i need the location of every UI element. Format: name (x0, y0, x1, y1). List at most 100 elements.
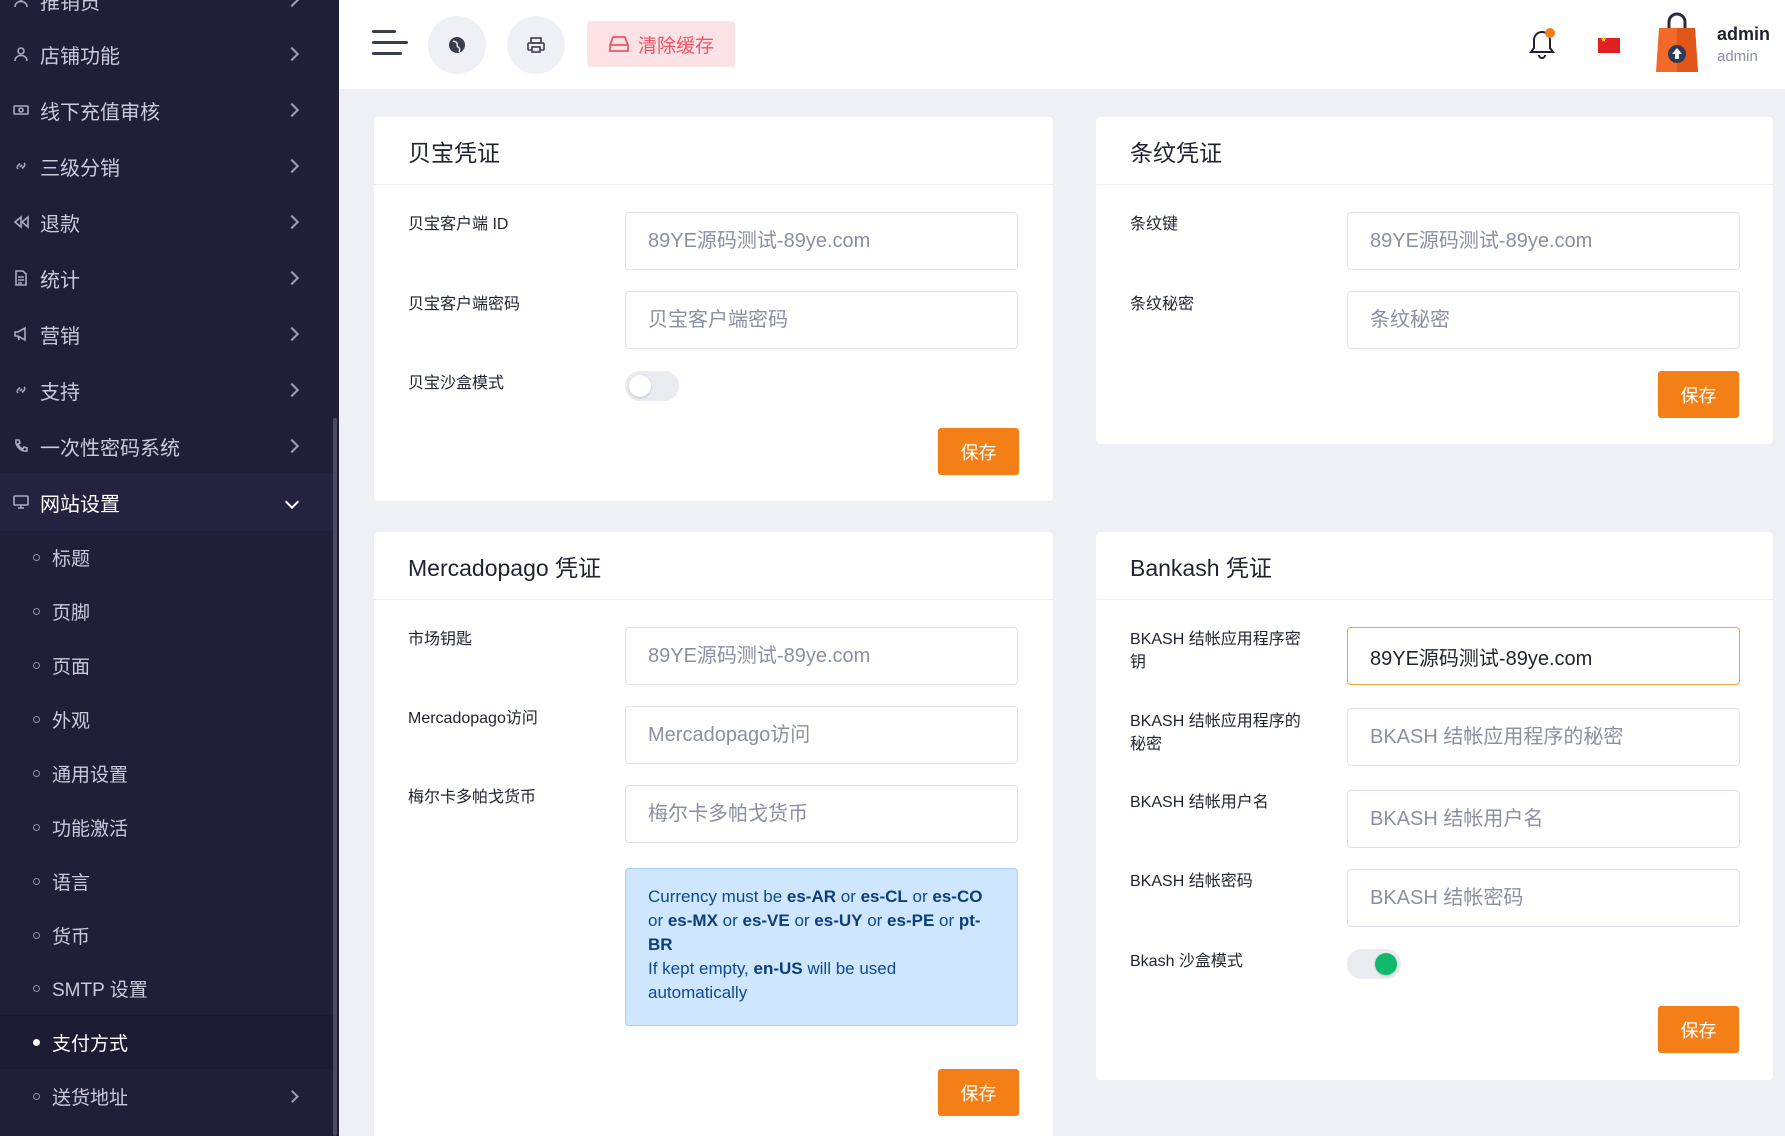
clear-cache-button[interactable]: 清除缓存 (587, 21, 735, 67)
stripe-save-button[interactable]: 保存 (1658, 371, 1739, 418)
mercadopago-currency-input[interactable] (625, 785, 1018, 843)
sidebar-subitem-footer[interactable]: 页脚 (0, 584, 333, 638)
megaphone-icon (13, 326, 29, 342)
mercadopago-access-label: Mercadopago访问 (408, 710, 538, 727)
sidebar-item-label: 统计 (40, 269, 80, 292)
info-text: or (717, 911, 743, 930)
bkash-sandbox-toggle[interactable] (1347, 949, 1401, 979)
document-icon (13, 270, 29, 286)
bkash-credentials-card: Bankash 凭证 BKASH 结帐应用程序密钥 BKASH 结帐应用程序的秘… (1096, 532, 1773, 1080)
bullet-icon (33, 1038, 40, 1046)
hamburger-line (372, 30, 396, 33)
bkash-app-key-input[interactable] (1347, 627, 1740, 685)
paypal-client-id-input[interactable] (625, 212, 1018, 270)
shopping-bag-icon (1656, 12, 1698, 72)
bkash-password-label: BKASH 结帐密码 (1130, 873, 1253, 890)
sidebar-item-refund[interactable]: 退款 (0, 194, 333, 250)
paypal-credentials-card: 贝宝凭证 贝宝客户端 ID 贝宝客户端密码 贝宝沙盒模式 保存 (374, 117, 1053, 501)
menu-toggle-button[interactable] (372, 28, 408, 58)
chevron-right-icon (284, 46, 300, 62)
mercadopago-save-button[interactable]: 保存 (938, 1069, 1019, 1116)
currency-code: es-CO (932, 887, 983, 906)
paypal-client-secret-input[interactable] (625, 291, 1018, 349)
sidebar-item-statistics[interactable]: 统计 (0, 250, 333, 306)
link-icon (13, 382, 29, 398)
sidebar-item-support[interactable]: 支持 (0, 362, 333, 418)
bullet-icon (33, 553, 40, 561)
bkash-username-input[interactable] (1347, 790, 1740, 848)
hamburger-line (372, 52, 402, 55)
clear-cache-label: 清除缓存 (637, 35, 714, 57)
sidebar-item-offline-recharge[interactable]: 线下充值审核 (0, 82, 333, 138)
sidebar-subitem-feature-activation[interactable]: 功能激活 (0, 800, 333, 854)
chevron-right-icon (284, 326, 300, 342)
sidebar-subitem-title[interactable]: 标题 (0, 530, 333, 584)
sidebar-subitem-general-settings[interactable]: 通用设置 (0, 746, 333, 800)
bullet-icon (33, 607, 40, 615)
stripe-key-input[interactable] (1347, 212, 1740, 270)
sidebar-item-label: 三级分销 (40, 157, 120, 180)
currency-code: es-MX (667, 911, 718, 930)
card-title: 条纹凭证 (1096, 117, 1773, 185)
sidebar-item-website-settings[interactable]: 网站设置 (0, 473, 333, 531)
bullet-icon (33, 877, 40, 885)
stripe-key-label: 条纹键 (1130, 216, 1179, 233)
mercadopago-access-input[interactable] (625, 706, 1018, 764)
bkash-save-button[interactable]: 保存 (1658, 1006, 1739, 1053)
user-name[interactable]: admin (1717, 24, 1770, 45)
card-title: Mercadopago 凭证 (374, 532, 1053, 600)
sidebar-subitem-label: 标题 (52, 548, 91, 570)
sidebar-item-label: 退款 (40, 213, 80, 236)
sidebar-scrollbar[interactable] (333, 418, 337, 1136)
paypal-save-button[interactable]: 保存 (938, 428, 1019, 475)
currency-code: es-PE (887, 911, 935, 930)
card-title: Bankash 凭证 (1096, 532, 1773, 600)
sidebar-subitem-pages[interactable]: 页面 (0, 638, 333, 692)
currency-code: es-UY (814, 911, 863, 930)
sidebar-item-marketing[interactable]: 营销 (0, 306, 333, 362)
chevron-right-icon (284, 214, 300, 230)
bkash-password-input[interactable] (1347, 869, 1740, 927)
sidebar-item-distribution[interactable]: 三级分销 (0, 138, 333, 194)
paypal-sandbox-toggle[interactable] (625, 371, 679, 401)
bullet-icon (33, 1092, 40, 1100)
bkash-app-secret-input[interactable] (1347, 708, 1740, 766)
bullet-icon (33, 715, 40, 723)
sidebar-subitem-label: 功能激活 (52, 818, 129, 840)
globe-icon (449, 37, 465, 53)
sidebar-subitem-shipping[interactable]: 送货地址 (0, 1069, 333, 1123)
sidebar-subitem-appearance[interactable]: 外观 (0, 692, 333, 746)
monitor-icon (13, 494, 29, 510)
person-icon (13, 46, 29, 62)
sidebar-subitem-label: 语言 (52, 872, 91, 894)
chevron-right-icon (284, 438, 300, 454)
sidebar-item-label: 一次性密码系统 (40, 437, 180, 460)
print-button[interactable] (507, 16, 565, 74)
language-flag-cn-icon[interactable] (1598, 35, 1620, 53)
sidebar-subitem-payment-methods[interactable]: 支付方式 (0, 1015, 333, 1069)
sidebar-item-otp-system[interactable]: 一次性密码系统 (0, 418, 333, 474)
sidebar-item-store-features[interactable]: 店铺功能 (0, 26, 333, 82)
bullet-icon (33, 931, 40, 939)
currency-code: en-US (753, 959, 803, 978)
sidebar-item-label: 店铺功能 (40, 45, 120, 68)
sidebar-subitem-currency[interactable]: 货币 (0, 908, 333, 962)
stripe-secret-label: 条纹秘密 (1130, 296, 1195, 313)
stripe-secret-input[interactable] (1347, 291, 1740, 349)
card-title: 贝宝凭证 (374, 117, 1053, 185)
sidebar-item-label: 营销 (40, 325, 80, 348)
chevron-right-icon (284, 102, 300, 118)
globe-button[interactable] (428, 16, 486, 74)
mercadopago-market-key-input[interactable] (625, 627, 1018, 685)
sidebar-subitem-smtp[interactable]: SMTP 设置 (0, 961, 333, 1015)
chevron-right-icon (286, 1089, 299, 1103)
notification-dot (1545, 28, 1555, 38)
avatar[interactable] (1655, 12, 1699, 74)
sidebar-subitem-language[interactable]: 语言 (0, 854, 333, 908)
bkash-app-key-label: BKASH 结帐应用程序密钥 (1130, 631, 1301, 671)
sidebar-item-label: 网站设置 (40, 493, 120, 516)
sidebar-subitem-label: 页面 (52, 656, 91, 678)
notifications-button[interactable] (1527, 28, 1557, 62)
sidebar-item-salesman[interactable]: 推销员 (0, 0, 333, 20)
sidebar-item-label: 支持 (40, 381, 80, 404)
